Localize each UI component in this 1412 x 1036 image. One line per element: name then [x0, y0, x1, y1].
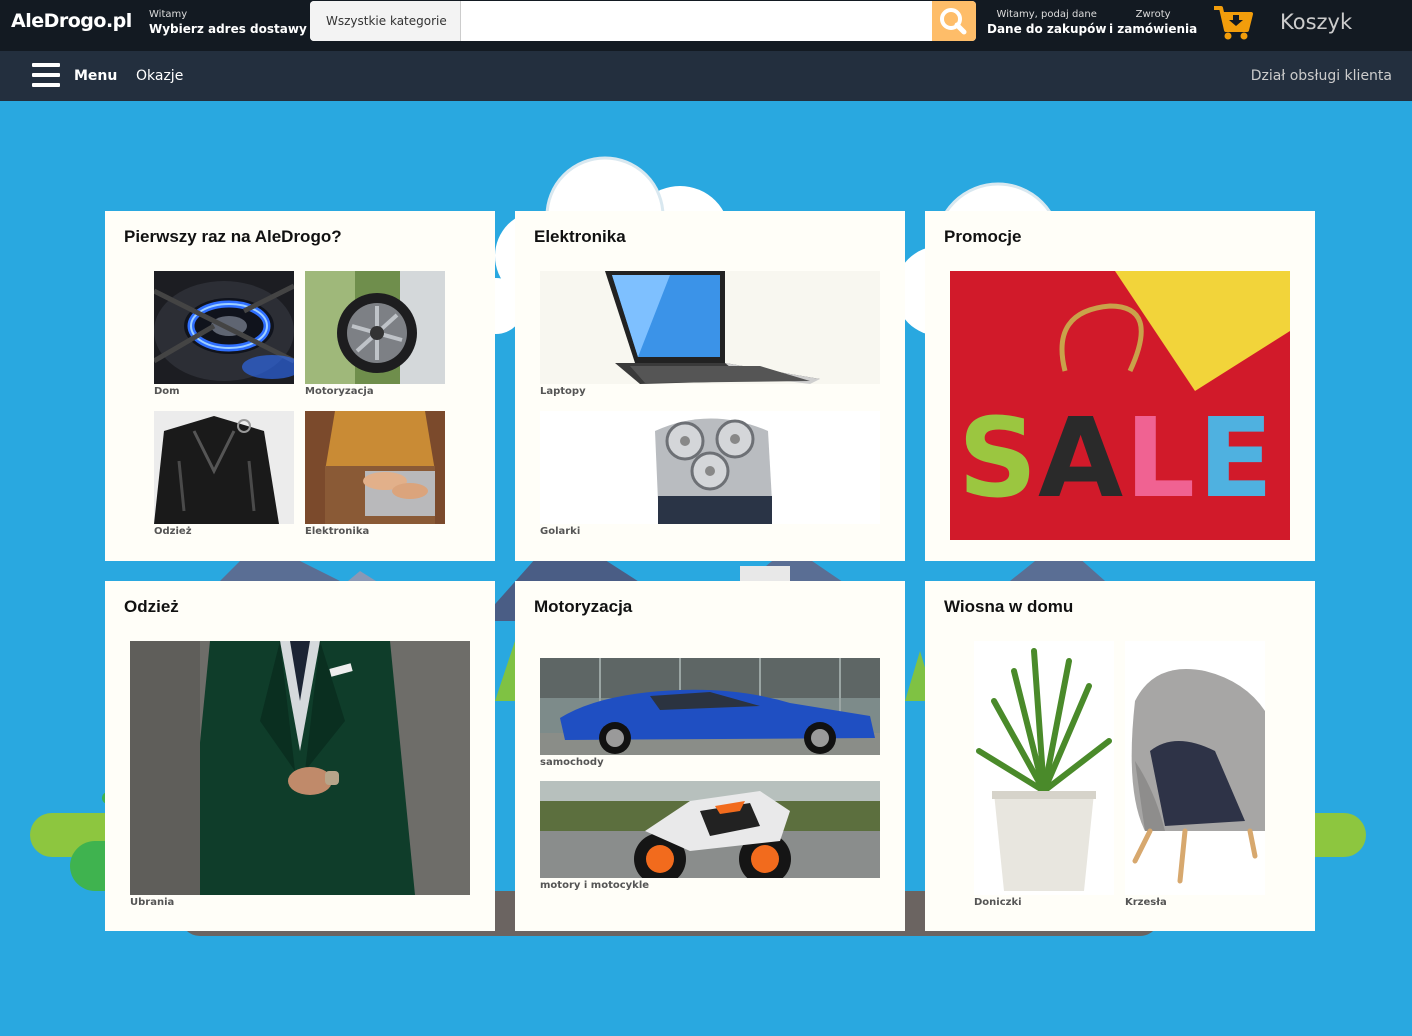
account-menu[interactable]: Witamy, podaj dane Dane do zakupów [987, 7, 1106, 37]
orders-label: i zamówienia [1109, 22, 1198, 36]
motorcycle-image [540, 781, 880, 878]
car-wheel-image [305, 271, 445, 384]
search-input[interactable] [462, 1, 932, 41]
tile-caption: Elektronika [305, 526, 370, 537]
tile-caption: Doniczki [974, 897, 1022, 908]
cart-icon [1214, 6, 1253, 40]
card-title: Odzież [124, 597, 179, 616]
card-automotive: Motoryzacja samochody motory i motocykle [515, 581, 905, 931]
laptop-image [540, 271, 880, 384]
shaver-image [540, 411, 880, 524]
tile-caption: Krzesła [1125, 897, 1167, 908]
account-greeting: Witamy, podaj dane [996, 9, 1097, 20]
search-bar: Wszystkie kategorie [310, 1, 976, 41]
search-button[interactable] [932, 1, 976, 41]
customer-service-link[interactable]: Dział obsługi klienta [1251, 68, 1392, 84]
site-logo[interactable]: AleDrogo.pl [11, 10, 132, 32]
tile-caption: Ubrania [130, 897, 175, 908]
tile-caption: Motoryzacja [305, 386, 374, 397]
leather-jacket-image [154, 411, 294, 524]
tile-caption: samochody [540, 757, 604, 768]
armchair-image [1125, 641, 1265, 895]
plant-pot-image [974, 641, 1114, 895]
card-clothing: Odzież Ubrania [105, 581, 495, 931]
top-header: AleDrogo.pl Witamy Wybierz adres dostawy… [0, 0, 1412, 51]
delivery-greeting: Witamy [149, 9, 188, 20]
menu-button[interactable]: Menu [74, 68, 117, 84]
sale-letter-a: A [1038, 394, 1123, 522]
orders-small-label: Zwroty [1135, 9, 1171, 20]
card-electronics: Elektronika Laptopy Golarki [515, 211, 905, 561]
sale-letter-e: E [1198, 394, 1273, 522]
card-promotions: Promocje S A L E [925, 211, 1315, 561]
orders-menu[interactable]: Zwroty i zamówienia [1109, 7, 1197, 37]
hamburger-icon[interactable] [32, 63, 60, 89]
nav-bar: Menu Okazje Dział obsługi klienta [0, 51, 1412, 101]
card-title: Wiosna w domu [944, 597, 1074, 616]
laptop-typing-image [305, 411, 445, 524]
cart-button[interactable]: Koszyk [1213, 2, 1353, 42]
tile-caption: Golarki [540, 526, 581, 537]
search-icon [940, 8, 967, 35]
tile-caption: Odzież [154, 526, 192, 537]
delivery-label: Wybierz adres dostawy [149, 22, 307, 36]
card-title: Elektronika [534, 227, 626, 246]
card-spring-home: Wiosna w domu Doniczki Krzesła [925, 581, 1315, 931]
card-title: Motoryzacja [534, 597, 633, 616]
card-title: Pierwszy raz na AleDrogo? [124, 227, 342, 246]
blue-car-image [540, 658, 880, 755]
search-category-select[interactable]: Wszystkie kategorie [310, 1, 461, 41]
tile-caption: motory i motocykle [540, 880, 650, 891]
sale-letter-s: S [958, 394, 1037, 522]
sale-image: S A L E [950, 271, 1290, 540]
deals-link[interactable]: Okazje [136, 68, 183, 84]
sale-letter-l: L [1125, 394, 1195, 522]
suit-image [130, 641, 470, 895]
account-label: Dane do zakupów [987, 22, 1107, 36]
tile-caption: Laptopy [540, 386, 586, 397]
tile-caption: Dom [154, 386, 180, 397]
gas-stove-image [154, 271, 294, 384]
cart-label: Koszyk [1280, 10, 1353, 34]
card-first-time: Pierwszy raz na AleDrogo? Dom Motoryzacj… [105, 211, 495, 561]
card-title: Promocje [944, 227, 1022, 246]
delivery-address[interactable]: Witamy Wybierz adres dostawy [149, 7, 307, 37]
